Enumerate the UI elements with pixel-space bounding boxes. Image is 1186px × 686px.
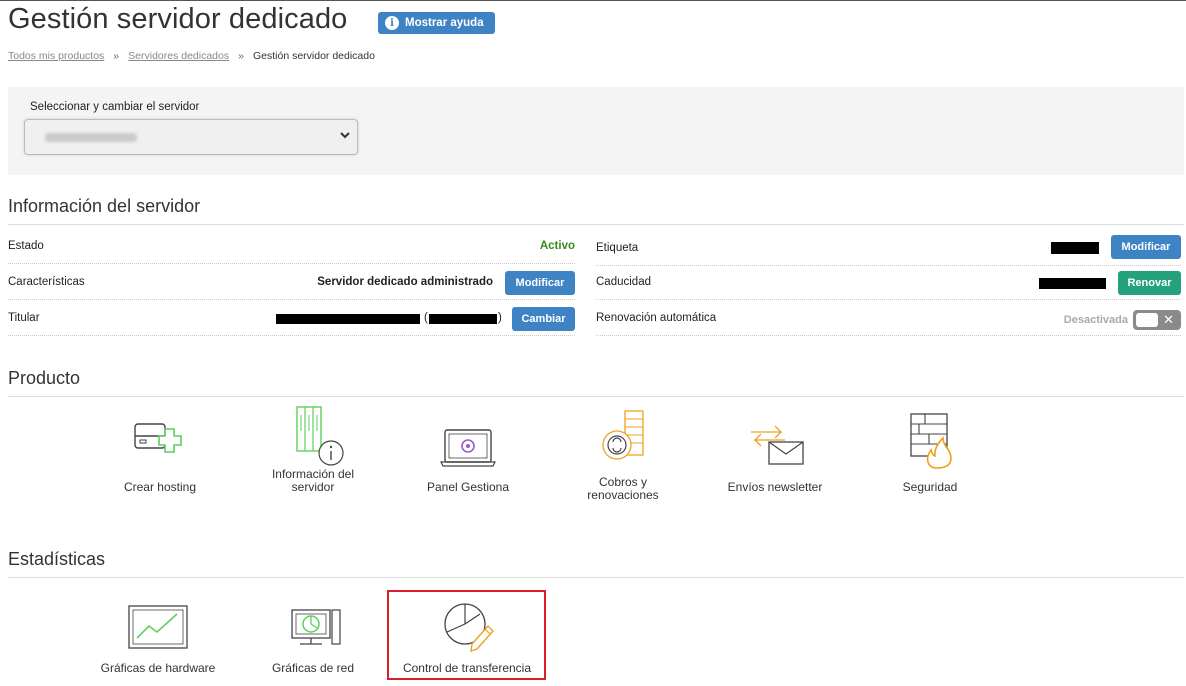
change-owner-button[interactable]: Cambiar xyxy=(512,307,575,331)
breadcrumb-separator: » xyxy=(113,50,120,62)
close-icon: ✕ xyxy=(1163,312,1174,327)
row-renovacion: Renovación automática Desactivada ✕ xyxy=(596,304,1181,336)
laptop-panel-icon xyxy=(440,429,496,467)
caracteristicas-value: Servidor dedicado administrado xyxy=(317,276,493,288)
row-estado: Estado Activo xyxy=(8,232,575,264)
hardware-chart-icon xyxy=(128,605,188,649)
row-titular: Titular ( ) Cambiar xyxy=(8,304,575,336)
show-help-button[interactable]: i Mostrar ayuda xyxy=(378,12,495,34)
server-info-icon xyxy=(296,406,344,466)
modify-features-button[interactable]: Modificar xyxy=(505,271,575,295)
tile-label: Cobros y renovaciones xyxy=(587,475,659,502)
row-etiqueta: Etiqueta Modificar xyxy=(596,234,1181,266)
breadcrumb-current: Gestión servidor dedicado xyxy=(252,50,375,62)
show-help-label: Mostrar ayuda xyxy=(405,17,484,29)
server-select[interactable] xyxy=(24,119,358,155)
titular-label: Titular xyxy=(8,312,40,324)
tile-label: Gráficas de hardware xyxy=(100,661,216,675)
tile-label: Envíos newsletter xyxy=(727,480,823,494)
breadcrumb-all-products[interactable]: Todos mis productos xyxy=(8,50,104,62)
tile-graficas-hardware[interactable]: Gráficas de hardware xyxy=(88,598,228,675)
firewall-icon xyxy=(910,413,952,469)
network-chart-icon xyxy=(291,609,341,645)
estado-label: Estado xyxy=(8,240,44,252)
modify-label-button[interactable]: Modificar xyxy=(1111,235,1181,259)
divider xyxy=(8,224,1184,225)
tile-seguridad[interactable]: Seguridad xyxy=(880,410,980,494)
coins-renew-icon xyxy=(602,410,644,460)
server-add-icon xyxy=(134,423,182,453)
newsletter-icon xyxy=(751,425,804,465)
renew-button[interactable]: Renovar xyxy=(1118,271,1181,295)
tile-label: Información del servidor xyxy=(271,467,355,494)
tile-panel-gestiona[interactable]: Panel Gestiona xyxy=(418,410,518,494)
tile-informacion-servidor[interactable]: Información del servidor xyxy=(263,405,363,494)
server-info-title: Información del servidor xyxy=(8,196,201,216)
auto-renew-toggle[interactable]: ✕ xyxy=(1133,310,1181,330)
tile-envios-newsletter[interactable]: Envíos newsletter xyxy=(720,410,830,494)
tile-graficas-red[interactable]: Gráficas de red xyxy=(258,598,368,675)
breadcrumb: Todos mis productos » Servidores dedicad… xyxy=(8,50,375,62)
redacted-expiry-date xyxy=(1039,278,1106,289)
auto-renew-label: Renovación automática xyxy=(596,312,717,324)
row-caducidad: Caducidad Renovar xyxy=(596,268,1181,300)
status-badge: Activo xyxy=(539,240,575,252)
paren-open: ( xyxy=(424,312,428,324)
top-border xyxy=(0,0,1186,1)
estadisticas-title: Estadísticas xyxy=(8,549,106,569)
tile-cobros-renovaciones[interactable]: Cobros y renovaciones xyxy=(563,405,683,502)
info-icon: i xyxy=(385,16,399,30)
breadcrumb-dedicated-servers[interactable]: Servidores dedicados xyxy=(128,50,229,62)
tile-label: Crear hosting xyxy=(123,480,197,494)
tile-label: Gráficas de red xyxy=(271,661,355,675)
caracteristicas-label: Características xyxy=(8,276,85,288)
redacted-owner-name xyxy=(276,314,420,324)
tile-label: Panel Gestiona xyxy=(426,480,510,494)
toggle-knob xyxy=(1136,313,1158,327)
redacted-label-value xyxy=(1051,242,1099,254)
redacted-server-name xyxy=(45,133,137,142)
chevron-down-icon xyxy=(340,132,350,139)
tile-crear-hosting[interactable]: Crear hosting xyxy=(110,410,210,494)
producto-title: Producto xyxy=(8,368,81,388)
paren-close: ) xyxy=(498,312,502,324)
server-selector-label: Seleccionar y cambiar el servidor xyxy=(30,101,200,113)
divider xyxy=(8,396,1184,397)
caducidad-label: Caducidad xyxy=(596,276,651,288)
highlight-box xyxy=(387,590,546,680)
tile-label: Seguridad xyxy=(902,480,958,494)
breadcrumb-separator: » xyxy=(238,50,244,62)
etiqueta-label: Etiqueta xyxy=(596,242,639,254)
page-title: Gestión servidor dedicado xyxy=(8,3,348,35)
row-caracteristicas: Características Servidor dedicado admini… xyxy=(8,268,575,300)
server-selector-panel: Seleccionar y cambiar el servidor xyxy=(8,87,1184,175)
auto-renew-status: Desactivada xyxy=(1063,314,1128,326)
divider xyxy=(8,577,1184,578)
redacted-owner-id xyxy=(429,314,497,324)
